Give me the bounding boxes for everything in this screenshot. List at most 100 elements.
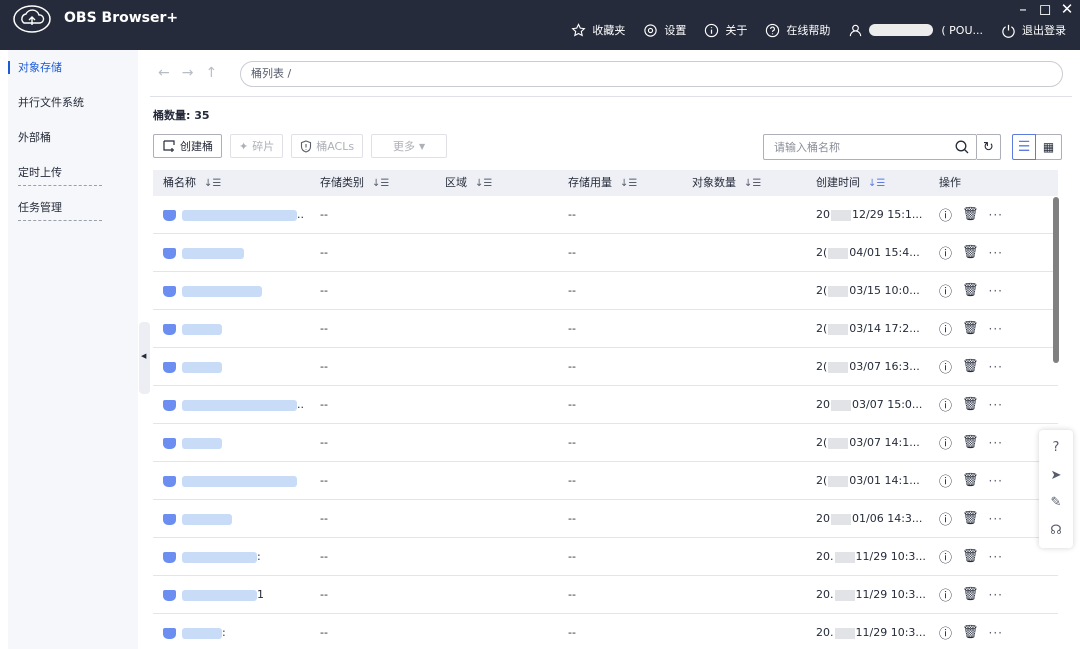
info-icon[interactable]: ⓘ [939, 509, 952, 528]
more-icon[interactable]: ··· [989, 436, 1003, 450]
delete-icon[interactable]: 🗑︎ [962, 245, 979, 260]
sidebar-item-scheduled-upload[interactable]: 定时上传 [8, 155, 138, 190]
logout-link[interactable]: 退出登录 [1001, 22, 1066, 38]
sort-icon[interactable]: ↓☰ [744, 178, 761, 189]
table-row[interactable]: -- -- 2(03/14 17:2... ⓘ 🗑︎ ··· [153, 310, 1058, 348]
header-object-count[interactable]: 对象数量 ↓☰ [682, 170, 806, 196]
fragments-button[interactable]: ✦ 碎片 [230, 134, 284, 158]
search-icon[interactable] [954, 139, 970, 155]
delete-icon[interactable]: 🗑︎ [962, 587, 979, 602]
table-row[interactable]: .. -- -- 20 03/07 15:0... ⓘ 🗑︎ ··· [153, 386, 1058, 424]
bucket-name-cell[interactable] [153, 512, 310, 525]
minimize-button[interactable]: – [1016, 0, 1030, 18]
scrollbar[interactable] [1053, 197, 1059, 363]
delete-icon[interactable]: 🗑︎ [962, 283, 979, 298]
delete-icon[interactable]: 🗑︎ [962, 549, 979, 564]
table-row[interactable]: : -- -- 20. 11/29 10:3... ⓘ 🗑︎ ··· [153, 614, 1058, 649]
table-row[interactable]: : -- -- 20. 11/29 10:3... ⓘ 🗑︎ ··· [153, 538, 1058, 576]
more-icon[interactable]: ··· [989, 322, 1003, 336]
table-row[interactable]: 1 -- -- 20. 11/29 10:3... ⓘ 🗑︎ ··· [153, 576, 1058, 614]
sidebar-item-external-bucket[interactable]: 外部桶 [8, 120, 138, 155]
info-icon[interactable]: ⓘ [939, 205, 952, 224]
info-icon[interactable]: ⓘ [939, 357, 952, 376]
delete-icon[interactable]: 🗑︎ [962, 473, 979, 488]
delete-icon[interactable]: 🗑︎ [962, 321, 979, 336]
delete-icon[interactable]: 🗑︎ [962, 625, 979, 640]
sort-icon[interactable]: ↓☰ [204, 178, 221, 189]
sort-icon[interactable]: ↓☰ [475, 178, 492, 189]
question-icon[interactable]: ? [1053, 440, 1060, 455]
more-icon[interactable]: ··· [989, 550, 1003, 564]
bucket-name-cell[interactable] [153, 322, 310, 335]
info-icon[interactable]: ⓘ [939, 547, 952, 566]
bucket-name-cell[interactable]: 1 [153, 588, 310, 601]
settings-link[interactable]: 设置 [643, 22, 686, 38]
user-menu[interactable]: ( POU... [848, 23, 983, 38]
close-button[interactable]: ✕ [1060, 0, 1074, 18]
bucket-name-cell[interactable] [153, 284, 310, 297]
info-icon[interactable]: ⓘ [939, 395, 952, 414]
delete-icon[interactable]: 🗑︎ [962, 511, 979, 526]
more-icon[interactable]: ··· [989, 626, 1003, 640]
bucket-name-cell[interactable] [153, 436, 310, 449]
more-dropdown[interactable]: 更多 ▼ [371, 134, 448, 158]
delete-icon[interactable]: 🗑︎ [962, 359, 979, 374]
help-link[interactable]: 在线帮助 [765, 22, 830, 38]
sort-icon[interactable]: ↓☰ [620, 178, 637, 189]
table-row[interactable]: .. -- -- 20 12/29 15:1... ⓘ 🗑︎ ··· [153, 196, 1058, 234]
header-region[interactable]: 区域 ↓☰ [435, 170, 558, 196]
sidebar-item-task-management[interactable]: 任务管理 [8, 190, 138, 225]
grid-view-button[interactable]: ▦ [1036, 134, 1062, 160]
info-icon[interactable]: ⓘ [939, 585, 952, 604]
sort-icon[interactable]: ↓☰ [372, 178, 389, 189]
more-icon[interactable]: ··· [989, 398, 1003, 412]
sidebar-item-object-storage[interactable]: 对象存储 [8, 50, 138, 85]
bucket-name-cell[interactable]: : [153, 626, 310, 639]
back-arrow-icon[interactable]: ← [158, 65, 170, 81]
info-icon[interactable]: ⓘ [939, 623, 952, 642]
table-row[interactable]: -- -- 2(04/01 15:4... ⓘ 🗑︎ ··· [153, 234, 1058, 272]
forward-arrow-icon[interactable]: → [182, 65, 194, 81]
info-icon[interactable]: ⓘ [939, 281, 952, 300]
more-icon[interactable]: ··· [989, 512, 1003, 526]
bucket-name-cell[interactable]: : [153, 550, 310, 563]
sidebar-item-parallel-fs[interactable]: 并行文件系统 [8, 85, 138, 120]
sort-active-icon[interactable]: ↓☰ [868, 178, 885, 189]
delete-icon[interactable]: 🗑︎ [962, 435, 979, 450]
headset-icon[interactable]: ☊ [1050, 523, 1062, 538]
table-row[interactable]: -- -- 2(03/15 10:0... ⓘ 🗑︎ ··· [153, 272, 1058, 310]
bucket-name-cell[interactable] [153, 474, 310, 487]
bucket-name-cell[interactable] [153, 246, 310, 259]
more-icon[interactable]: ··· [989, 284, 1003, 298]
delete-icon[interactable]: 🗑︎ [962, 397, 979, 412]
edit-icon[interactable]: ✎ [1051, 495, 1062, 510]
sidebar-collapse-handle[interactable]: ◀ [139, 322, 150, 394]
refresh-button[interactable]: ↻ [977, 134, 1001, 160]
delete-icon[interactable]: 🗑︎ [962, 207, 979, 222]
table-row[interactable]: -- -- 20 01/06 14:3... ⓘ 🗑︎ ··· [153, 500, 1058, 538]
header-created[interactable]: 创建时间 ↓☰ [806, 170, 929, 196]
info-icon[interactable]: ⓘ [939, 471, 952, 490]
bucket-name-cell[interactable]: .. [153, 398, 310, 411]
table-row[interactable]: -- -- 2(03/07 14:1... ⓘ 🗑︎ ··· [153, 424, 1058, 462]
send-icon[interactable]: ➤ [1051, 468, 1062, 483]
table-row[interactable]: -- -- 2(03/01 14:1... ⓘ 🗑︎ ··· [153, 462, 1058, 500]
info-icon[interactable]: ⓘ [939, 243, 952, 262]
breadcrumb[interactable]: 桶列表 / [240, 61, 1063, 87]
info-icon[interactable]: ⓘ [939, 433, 952, 452]
info-icon[interactable]: ⓘ [939, 319, 952, 338]
favorites-link[interactable]: 收藏夹 [571, 22, 625, 38]
header-storage-class[interactable]: 存储类别 ↓☰ [310, 170, 435, 196]
bucket-name-cell[interactable] [153, 360, 310, 373]
maximize-button[interactable]: ◻ [1038, 0, 1052, 18]
bucket-acls-button[interactable]: 桶ACLs [291, 134, 364, 158]
more-icon[interactable]: ··· [989, 588, 1003, 602]
search-input[interactable] [764, 135, 944, 159]
more-icon[interactable]: ··· [989, 474, 1003, 488]
header-name[interactable]: 桶名称 ↓☰ [153, 170, 310, 196]
more-icon[interactable]: ··· [989, 360, 1003, 374]
up-arrow-icon[interactable]: ↑ [205, 65, 217, 81]
more-icon[interactable]: ··· [989, 208, 1003, 222]
more-icon[interactable]: ··· [989, 246, 1003, 260]
table-row[interactable]: -- -- 2(03/07 16:3... ⓘ 🗑︎ ··· [153, 348, 1058, 386]
